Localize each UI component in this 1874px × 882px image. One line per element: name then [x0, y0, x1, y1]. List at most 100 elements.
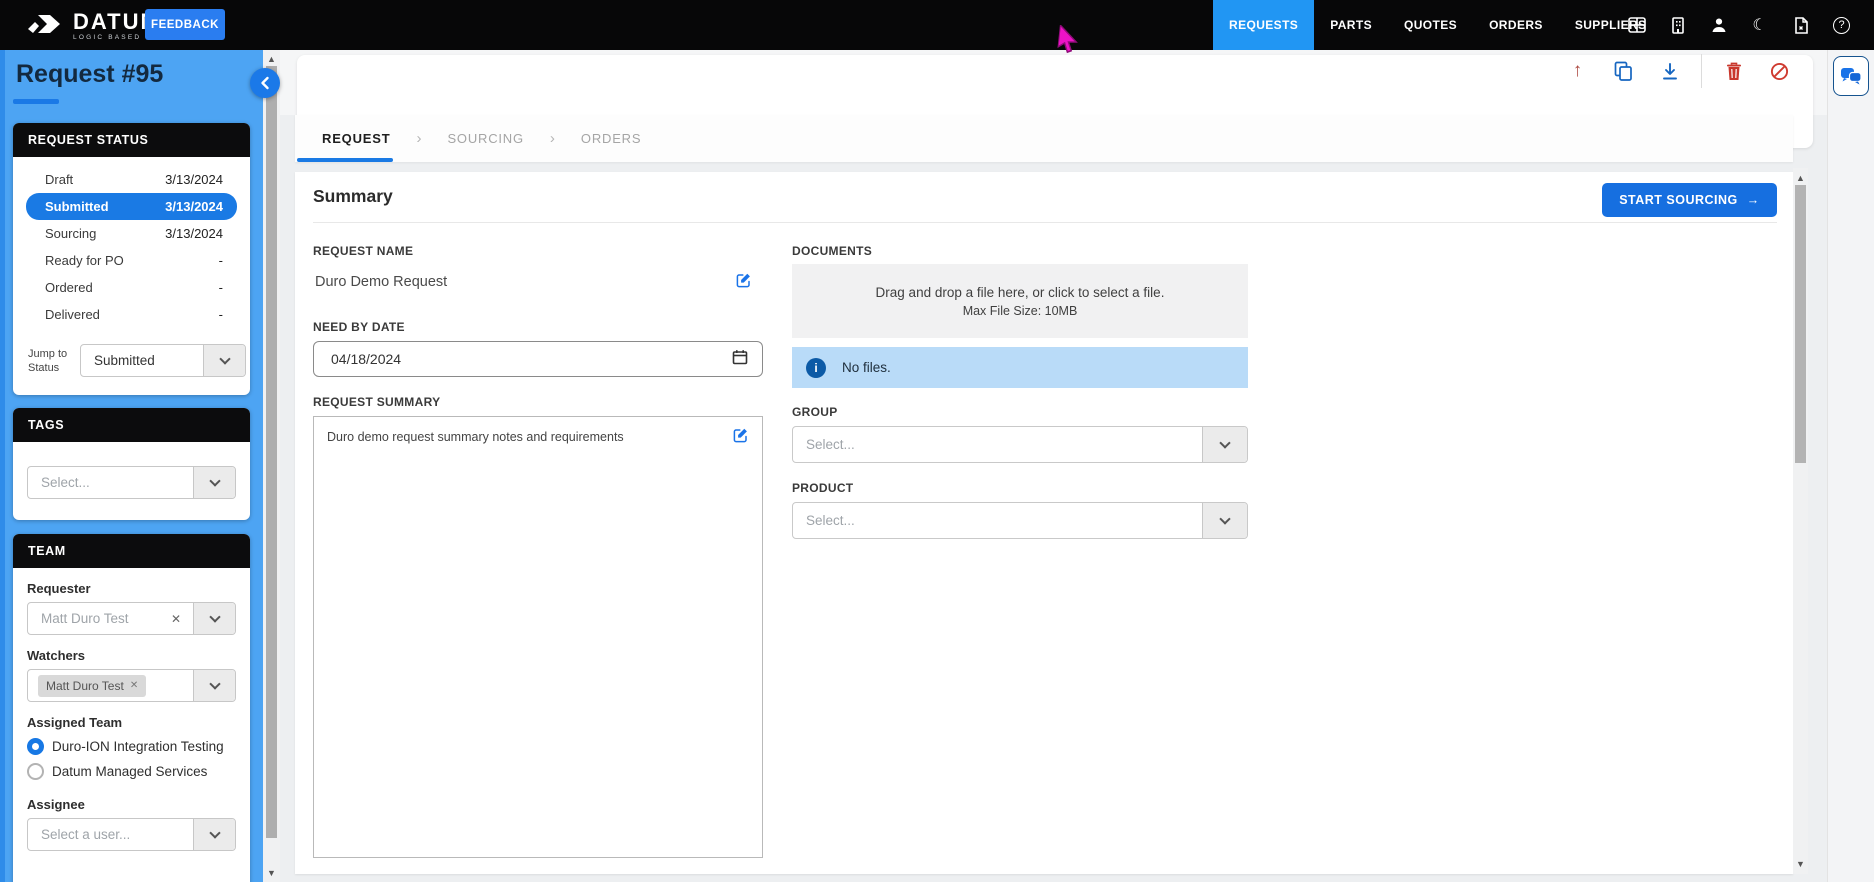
- status-row-ordered[interactable]: Ordered-: [26, 274, 237, 301]
- feedback-button[interactable]: FEEDBACK: [145, 9, 225, 40]
- edit-request-name-icon[interactable]: [735, 272, 752, 294]
- start-sourcing-button[interactable]: START SOURCING →: [1602, 183, 1777, 217]
- group-select[interactable]: Select...: [792, 426, 1248, 463]
- sidebar-scrollbar-thumb[interactable]: [266, 66, 277, 838]
- help-icon[interactable]: ?: [1821, 0, 1862, 50]
- workflow-tab-bar: REQUEST › SOURCING › ORDERS: [295, 115, 1793, 162]
- requester-label: Requester: [27, 581, 236, 596]
- user-icon[interactable]: [1698, 0, 1739, 50]
- need-by-date-input[interactable]: 04/18/2024: [313, 341, 763, 377]
- scroll-up-icon[interactable]: ▲: [263, 54, 280, 64]
- main-scrollbar[interactable]: ▲ ▼: [1793, 168, 1808, 874]
- section-divider: [313, 222, 1777, 223]
- chevron-down-icon: [209, 475, 220, 486]
- page-title: Request #95: [16, 60, 163, 89]
- nav-item-orders[interactable]: ORDERS: [1473, 0, 1559, 50]
- record-actions-toolbar: ↑: [1563, 57, 1794, 85]
- nav-item-quotes[interactable]: QUOTES: [1388, 0, 1473, 50]
- calendar-icon[interactable]: [732, 349, 748, 370]
- team-header: TEAM: [13, 534, 250, 568]
- radio-unselected-icon: [27, 763, 44, 780]
- edit-request-summary-icon[interactable]: [732, 427, 749, 449]
- logo-arrow-icon: [26, 9, 64, 44]
- file-dropzone[interactable]: Drag and drop a file here, or click to s…: [792, 264, 1248, 338]
- chat-strip: [1827, 50, 1874, 882]
- chevron-down-icon: [1219, 437, 1230, 448]
- radio-duro-ion-integration-testing[interactable]: Duro-ION Integration Testing: [27, 738, 236, 755]
- watchers-select-chevron-button[interactable]: [193, 670, 235, 701]
- radio-selected-icon: [27, 738, 44, 755]
- requester-select[interactable]: Matt Duro Test ✕: [27, 602, 236, 635]
- jump-select-chevron-button[interactable]: [203, 345, 245, 376]
- request-summary-panel: Summary START SOURCING → REQUEST NAME Du…: [295, 172, 1793, 874]
- copy-icon[interactable]: [1609, 57, 1638, 85]
- delete-icon[interactable]: [1719, 57, 1748, 85]
- section-title: Summary: [313, 186, 393, 207]
- scroll-down-icon[interactable]: ▼: [1793, 859, 1808, 869]
- product-label: PRODUCT: [792, 481, 853, 495]
- chevron-down-icon: [1219, 513, 1230, 524]
- tab-sourcing[interactable]: SOURCING: [447, 131, 523, 146]
- group-label: GROUP: [792, 405, 838, 419]
- chevron-right-icon: ›: [416, 130, 421, 147]
- chat-bubbles-icon: [1840, 67, 1862, 85]
- dark-mode-icon[interactable]: ☾: [1739, 0, 1780, 50]
- request-name-label: REQUEST NAME: [313, 244, 413, 258]
- request-summary-textarea[interactable]: Duro demo request summary notes and requ…: [313, 416, 763, 858]
- status-row-draft[interactable]: Draft3/13/2024: [26, 166, 237, 193]
- assignee-select-chevron-button[interactable]: [193, 819, 235, 850]
- request-status-card: REQUEST STATUS Draft3/13/2024 Submitted3…: [13, 123, 250, 395]
- move-up-icon[interactable]: ↑: [1563, 57, 1592, 85]
- main-scrollbar-thumb[interactable]: [1795, 185, 1806, 463]
- watcher-chip: Matt Duro Test ✕: [38, 675, 146, 697]
- nav-item-requests[interactable]: REQUESTS: [1213, 0, 1314, 50]
- chat-button[interactable]: [1833, 56, 1869, 96]
- assigned-team-label: Assigned Team: [27, 715, 236, 730]
- product-select-chevron-button[interactable]: [1202, 503, 1247, 538]
- back-arrow-icon: [258, 76, 272, 90]
- block-icon[interactable]: [1765, 57, 1794, 85]
- chevron-down-icon: [209, 678, 220, 689]
- chevron-down-icon: [209, 611, 220, 622]
- status-row-delivered[interactable]: Delivered-: [26, 301, 237, 328]
- company-icon[interactable]: [1657, 0, 1698, 50]
- chip-remove-icon[interactable]: ✕: [130, 680, 138, 691]
- scroll-up-icon[interactable]: ▲: [1793, 173, 1808, 183]
- watchers-label: Watchers: [27, 648, 236, 663]
- no-files-info-bar: i No files.: [792, 347, 1248, 388]
- tab-orders[interactable]: ORDERS: [581, 131, 641, 146]
- sidebar-scrollbar[interactable]: ▲ ▼: [263, 50, 280, 882]
- collapse-sidebar-button[interactable]: [250, 68, 280, 98]
- toolbar-divider: [1701, 54, 1702, 88]
- apps-grid-icon[interactable]: [1616, 0, 1657, 50]
- assignee-select[interactable]: Select a user...: [27, 818, 236, 851]
- status-row-ready-for-po[interactable]: Ready for PO-: [26, 247, 237, 274]
- tags-select[interactable]: Select...: [27, 466, 236, 499]
- watchers-select[interactable]: Matt Duro Test ✕: [27, 669, 236, 702]
- requester-select-chevron-button[interactable]: [193, 603, 235, 634]
- active-tab-underline: [297, 158, 393, 162]
- nav-icon-group: ☾ ?: [1616, 0, 1862, 50]
- jump-to-status-select[interactable]: Submitted: [80, 344, 246, 377]
- tags-card: TAGS Select...: [13, 408, 250, 520]
- info-icon: i: [806, 358, 826, 378]
- download-icon[interactable]: [1655, 57, 1684, 85]
- status-row-sourcing[interactable]: Sourcing3/13/2024: [26, 220, 237, 247]
- clear-icon[interactable]: ✕: [171, 612, 181, 626]
- radio-datum-managed-services[interactable]: Datum Managed Services: [27, 763, 236, 780]
- status-row-submitted[interactable]: Submitted3/13/2024: [26, 193, 237, 220]
- nav-item-parts[interactable]: PARTS: [1314, 0, 1388, 50]
- group-select-chevron-button[interactable]: [1202, 427, 1247, 462]
- mouse-cursor: [1056, 25, 1082, 62]
- need-by-date-label: NEED BY DATE: [313, 320, 405, 334]
- request-name-value: Duro Demo Request: [315, 274, 447, 290]
- primary-nav: REQUESTS PARTS QUOTES ORDERS SUPPLIERS: [1213, 0, 1662, 50]
- document-icon[interactable]: [1780, 0, 1821, 50]
- chevron-down-icon: [209, 827, 220, 838]
- tags-select-chevron-button[interactable]: [193, 467, 235, 498]
- scroll-down-icon[interactable]: ▼: [263, 868, 280, 878]
- tab-request[interactable]: REQUEST: [322, 131, 390, 146]
- title-accent-bar: [13, 99, 59, 104]
- product-select[interactable]: Select...: [792, 502, 1248, 539]
- jump-to-status-label: Jump to Status: [28, 347, 67, 376]
